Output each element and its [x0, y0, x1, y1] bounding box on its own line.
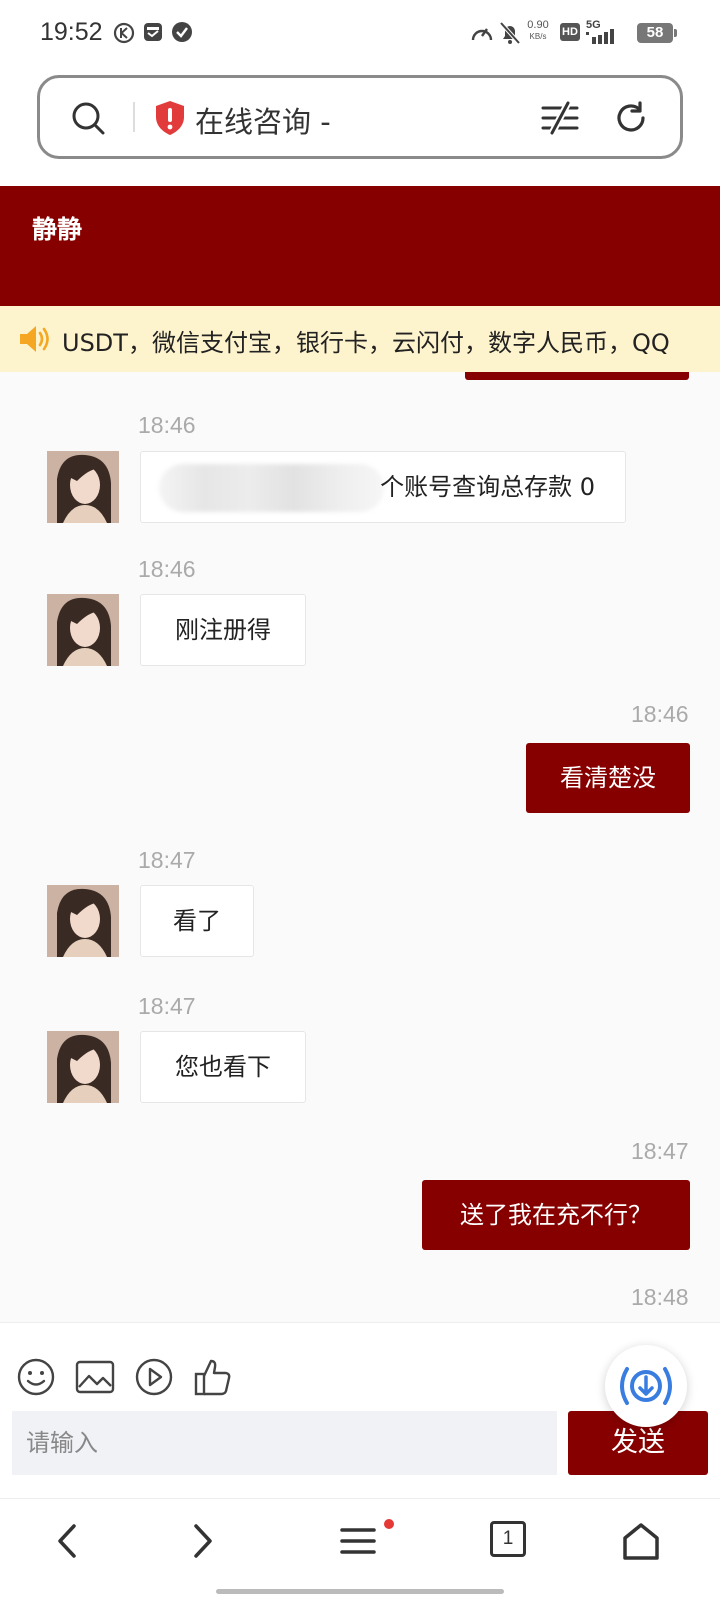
redacted-region	[159, 464, 384, 512]
home-indicator[interactable]	[216, 1589, 504, 1594]
message-text: 个账号查询总存款 0	[380, 473, 595, 501]
message-text: 刚注册得	[175, 616, 271, 644]
avatar[interactable]	[47, 1031, 119, 1103]
hd-badge: HD	[560, 23, 580, 41]
message-bubble-incoming[interactable]: 您也看下	[140, 1031, 306, 1103]
tabs-button[interactable]: 1	[490, 1521, 526, 1557]
search-icon[interactable]	[70, 100, 106, 136]
address-bar[interactable]: 在线咨询 -	[37, 75, 683, 159]
play-icon[interactable]	[134, 1357, 174, 1397]
reload-icon[interactable]	[613, 100, 649, 136]
message-text: 送了我在充不行？	[460, 1201, 652, 1229]
net-speed-value: 0.90	[527, 19, 549, 31]
avatar[interactable]	[47, 594, 119, 666]
notice-banner: USDT，微信支付宝，银行卡，云闪付，数字人民币，QQ	[0, 306, 720, 372]
image-icon[interactable]	[75, 1357, 115, 1397]
thumbs-up-icon[interactable]	[193, 1357, 233, 1397]
forward-icon[interactable]	[184, 1521, 220, 1561]
store-icon	[144, 23, 162, 41]
download-broadcast-icon	[620, 1367, 672, 1405]
menu-notification-dot	[384, 1519, 394, 1529]
message-time: 18:46	[138, 412, 196, 438]
check-circle-icon	[172, 22, 192, 42]
security-warning-icon[interactable]	[154, 100, 186, 136]
message-time: 18:46	[631, 701, 689, 727]
address-divider	[133, 102, 135, 132]
message-bubble-incoming[interactable]: 刚注册得	[140, 594, 306, 666]
status-time: 19:52	[40, 18, 103, 46]
message-text: 您也看下	[175, 1053, 271, 1081]
page-title[interactable]: 在线咨询 -	[195, 99, 331, 141]
avatar[interactable]	[47, 451, 119, 523]
status-bar: 19:52 0.90 KB/s HD 5G 58	[0, 0, 720, 66]
message-input[interactable]	[12, 1411, 557, 1475]
back-icon[interactable]	[50, 1521, 86, 1561]
avatar[interactable]	[47, 885, 119, 957]
message-text: 看了	[173, 907, 221, 935]
message-time: 18:48	[631, 1284, 689, 1310]
net-speed-unit: KB/s	[529, 32, 547, 41]
menu-icon[interactable]	[338, 1521, 378, 1561]
message-time: 18:47	[138, 993, 196, 1019]
chat-input-area: 发送	[0, 1322, 720, 1498]
message-bubble-outgoing[interactable]: 送了我在充不行？	[422, 1180, 690, 1250]
signal-icon	[586, 29, 614, 44]
message-bubble-incoming[interactable]: 个账号查询总存款 0	[140, 451, 626, 523]
message-bubble-outgoing[interactable]: 看清楚没	[526, 743, 690, 813]
message-bubble-partial	[465, 372, 689, 380]
speaker-icon	[20, 326, 49, 352]
message-time: 18:46	[138, 556, 196, 582]
smile-icon[interactable]	[16, 1357, 56, 1397]
notice-text: USDT，微信支付宝，银行卡，云闪付，数字人民币，QQ	[62, 329, 670, 357]
mute-bell-icon	[499, 21, 521, 45]
message-list[interactable]: 18:46 个账号查询总存款 0 18:46 刚注册得 18:46 看清楚没 1…	[0, 372, 720, 1322]
battery-level: 58	[637, 23, 677, 43]
browser-bottom-nav: 1	[0, 1498, 720, 1600]
k-app-icon	[113, 22, 135, 44]
contact-name: 静静	[32, 215, 83, 244]
message-time: 18:47	[138, 847, 196, 873]
message-time: 18:47	[631, 1138, 689, 1164]
speedometer-icon	[471, 28, 493, 41]
message-text: 看清楚没	[560, 764, 656, 792]
home-icon[interactable]	[620, 1521, 662, 1561]
floating-download-button[interactable]	[605, 1345, 687, 1427]
reader-mode-icon[interactable]	[540, 100, 580, 136]
chat-header: 静静	[0, 186, 720, 306]
browser-toolbar: 在线咨询 -	[0, 66, 720, 186]
message-bubble-incoming[interactable]: 看了	[140, 885, 254, 957]
